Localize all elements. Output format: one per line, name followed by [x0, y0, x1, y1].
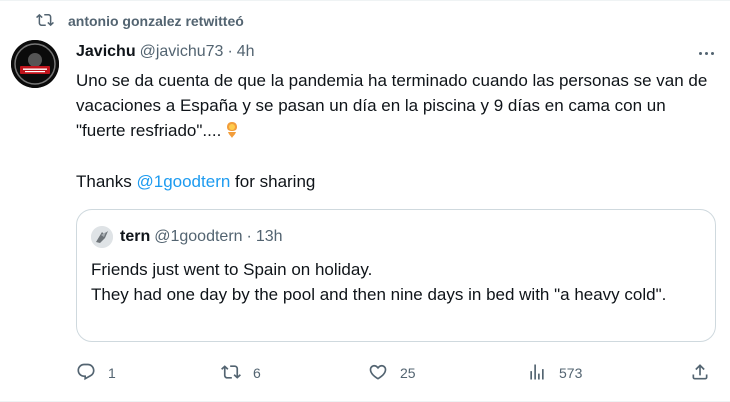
like-count: 25: [400, 365, 416, 381]
retweet-count: 6: [253, 365, 261, 381]
tweet-body: Uno se da cuenta de que la pandemia ha t…: [76, 68, 716, 143]
views-count: 573: [559, 365, 583, 381]
share-button[interactable]: [690, 360, 710, 386]
retweet-context: antonio gonzalez retwitteó: [36, 10, 244, 32]
quoted-tweet[interactable]: tern @1goodtern · 13h Friends just went …: [76, 209, 716, 342]
separator-dot: ·: [227, 43, 233, 60]
quote-avatar[interactable]: [91, 226, 113, 248]
author-handle[interactable]: @javichu73: [140, 43, 224, 61]
tweet-time[interactable]: 4h: [237, 43, 255, 61]
thanks-suffix: for sharing: [235, 172, 316, 191]
thanks-line: Thanks @1goodtern for sharing: [76, 169, 315, 194]
quote-time: 13h: [255, 228, 283, 245]
top-divider: [0, 0, 730, 1]
quote-author-handle: @1goodtern: [154, 228, 243, 245]
quote-separator-dot: ·: [246, 228, 252, 245]
quote-body: Friends just went to Spain on holiday. T…: [91, 257, 701, 307]
mention-link[interactable]: @1goodtern: [136, 172, 230, 191]
avatar[interactable]: [11, 40, 59, 88]
retweet-action-icon: [221, 362, 241, 385]
retweet-button[interactable]: 6: [221, 360, 261, 386]
like-button[interactable]: 25: [368, 360, 416, 386]
heart-icon: [368, 362, 388, 385]
reply-button[interactable]: 1: [76, 360, 116, 386]
thanks-prefix: Thanks: [76, 172, 132, 191]
tweet-text: Uno se da cuenta de que la pandemia ha t…: [76, 71, 708, 140]
quote-author-name: tern: [120, 228, 151, 245]
author-name[interactable]: Javichu: [76, 43, 136, 61]
more-options-icon[interactable]: [694, 42, 718, 64]
retweet-label[interactable]: antonio gonzalez retwitteó: [68, 13, 244, 29]
views-chart-icon: [527, 362, 547, 385]
quote-header: tern @1goodtern · 13h: [91, 225, 283, 249]
views-button[interactable]: 573: [527, 360, 582, 386]
retweet-icon: [36, 11, 54, 32]
quote-line-2: They had one day by the pool and then ni…: [91, 285, 667, 304]
reply-count: 1: [108, 365, 116, 381]
tweet-header: Javichu @javichu73 · 4h: [76, 41, 255, 63]
share-icon: [690, 362, 710, 385]
woman-genie-emoji: [223, 121, 241, 139]
reply-icon: [76, 362, 96, 385]
action-bar: 1 6 25 573: [76, 360, 716, 386]
quote-line-1: Friends just went to Spain on holiday.: [91, 260, 373, 279]
